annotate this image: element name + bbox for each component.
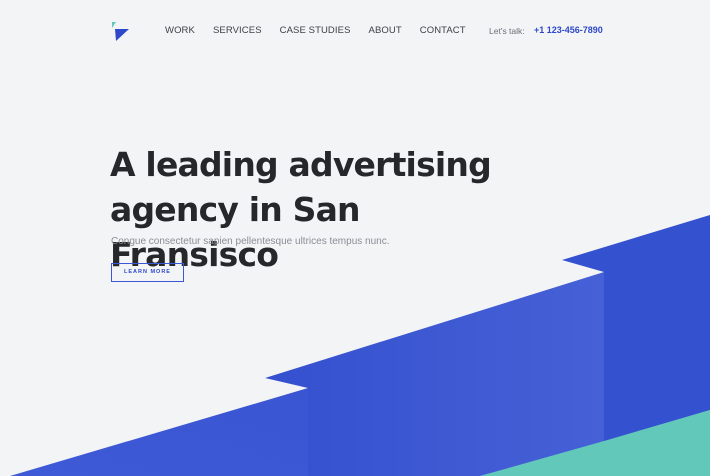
phone-link[interactable]: +1 123-456-7890 [534, 25, 603, 35]
site-header: WORK SERVICES CASE STUDIES ABOUT CONTACT… [0, 0, 710, 62]
nav-services[interactable]: SERVICES [213, 25, 262, 36]
hero-subtitle: Congue consectetur sapien pellentesque u… [111, 236, 390, 247]
hero-title: A leading advertising agency in San Fran… [110, 142, 530, 277]
blue-band-left [10, 388, 308, 476]
main-nav: WORK SERVICES CASE STUDIES ABOUT CONTACT [165, 25, 484, 36]
blue-band-middle [265, 272, 604, 476]
brand-logo[interactable] [110, 20, 130, 42]
learn-more-button[interactable]: LEARN MORE [111, 263, 184, 282]
nav-case-studies[interactable]: CASE STUDIES [280, 25, 351, 36]
nav-contact[interactable]: CONTACT [420, 25, 466, 36]
nav-about[interactable]: ABOUT [369, 25, 402, 36]
nav-work[interactable]: WORK [165, 25, 195, 36]
hero-title-line-1: A leading advertising [110, 145, 492, 184]
lets-talk-label: Let's talk: [489, 26, 525, 36]
